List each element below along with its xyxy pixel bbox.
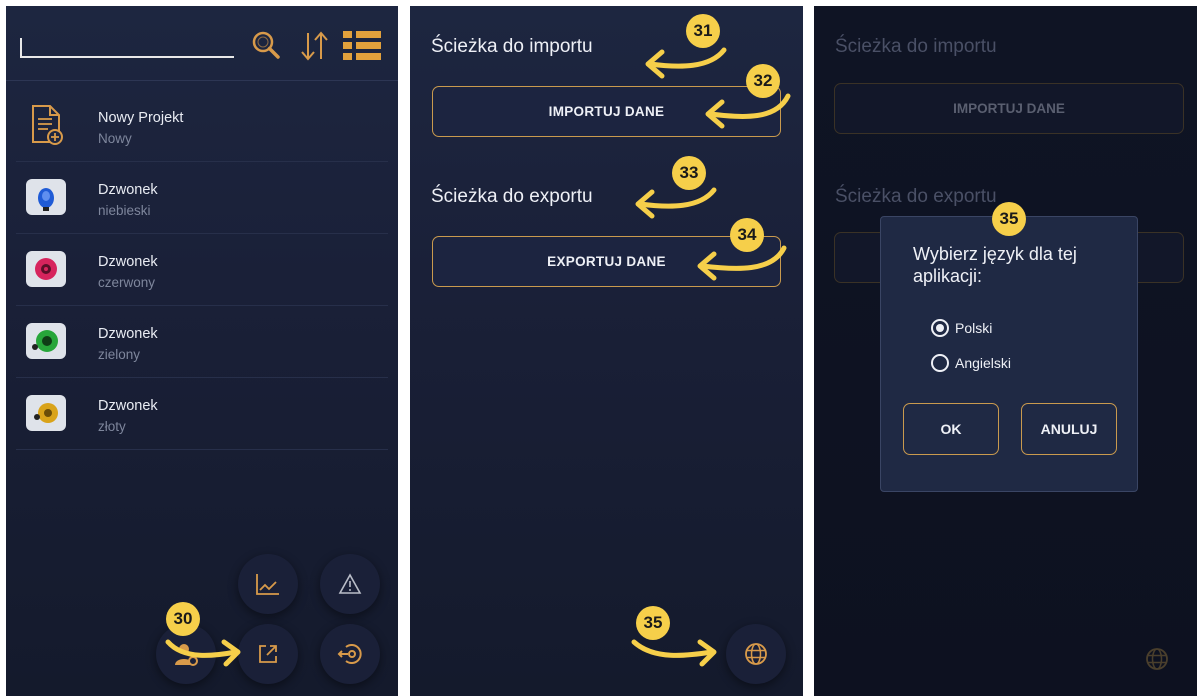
item-subtitle: czerwony [98,275,156,290]
item-title: Dzwonek [98,398,158,414]
search-icon[interactable] [248,28,284,64]
import-path-label: Ścieżka do importu [835,36,997,57]
list-item[interactable]: Dzwonek złoty [16,378,388,450]
item-subtitle: zielony [98,347,141,362]
radio-unselected-icon [931,354,949,372]
cancel-button[interactable]: ANULUJ [1021,403,1117,455]
list-view-icon[interactable] [342,28,382,64]
warning-button[interactable] [320,554,380,614]
search-input[interactable] [20,38,234,58]
callout-arrow [165,639,241,667]
list-item[interactable]: Nowy Projekt Nowy [16,90,388,162]
callout-badge: 30 [166,602,200,636]
login-button[interactable] [320,624,380,684]
radio-selected-icon [931,319,949,337]
chart-button[interactable] [238,554,298,614]
language-button[interactable] [726,624,786,684]
callout-badge: 31 [686,14,720,48]
login-icon [337,644,362,664]
export-button[interactable] [238,624,298,684]
callout-arrow [705,93,791,129]
item-subtitle: złoty [98,419,126,434]
radio-option-polski[interactable]: Polski [931,319,992,337]
new-document-icon [32,105,63,145]
list-item[interactable]: Dzwonek niebieski [16,162,388,234]
import-path-label: Ścieżka do importu [431,36,593,57]
export-path-label: Ścieżka do exportu [431,186,593,207]
globe-icon [1146,648,1168,670]
callout-arrow [697,245,787,281]
export-path-label: Ścieżka do exportu [835,186,997,207]
language-dialog: Wybierz język dla tej aplikacji: Polski … [880,216,1138,492]
sort-icon[interactable] [296,28,332,64]
callout-badge: 35 [992,202,1026,236]
radio-label: Polski [955,320,993,336]
export-icon [259,645,277,663]
bell-thumbnail [26,395,66,431]
callout-arrow [631,639,717,667]
bell-thumbnail [26,179,66,215]
language-dialog-screen: Ścieżka do importu IMPORTUJ DANE Ścieżka… [814,6,1197,696]
item-subtitle: niebieski [98,203,151,218]
item-title: Dzwonek [98,326,158,342]
import-export-screen: Ścieżka do importu IMPORTUJ DANE Ścieżka… [410,6,803,696]
dialog-title: Wybierz język dla tej aplikacji: [913,244,1077,286]
import-button: IMPORTUJ DANE [834,83,1184,134]
radio-label: Angielski [955,355,1012,371]
callout-arrow [635,187,717,219]
radio-option-angielski[interactable]: Angielski [931,354,1011,372]
list-item[interactable]: Dzwonek zielony [16,306,388,378]
project-list: Nowy Projekt Nowy Dzwonek niebieski Dzwo… [16,90,388,450]
item-title: Nowy Projekt [98,110,184,126]
item-title: Dzwonek [98,182,158,198]
list-item[interactable]: Dzwonek czerwony [16,234,388,306]
globe-icon [745,643,767,665]
bell-thumbnail [26,251,66,287]
item-title: Dzwonek [98,254,158,270]
item-subtitle: Nowy [98,131,132,146]
callout-arrow [645,47,727,79]
chart-icon [256,574,279,595]
ok-button[interactable]: OK [903,403,999,455]
bell-thumbnail [26,323,66,359]
header-divider [6,80,398,81]
warning-icon [338,573,362,594]
project-list-screen: Nowy Projekt Nowy Dzwonek niebieski Dzwo… [6,6,398,696]
